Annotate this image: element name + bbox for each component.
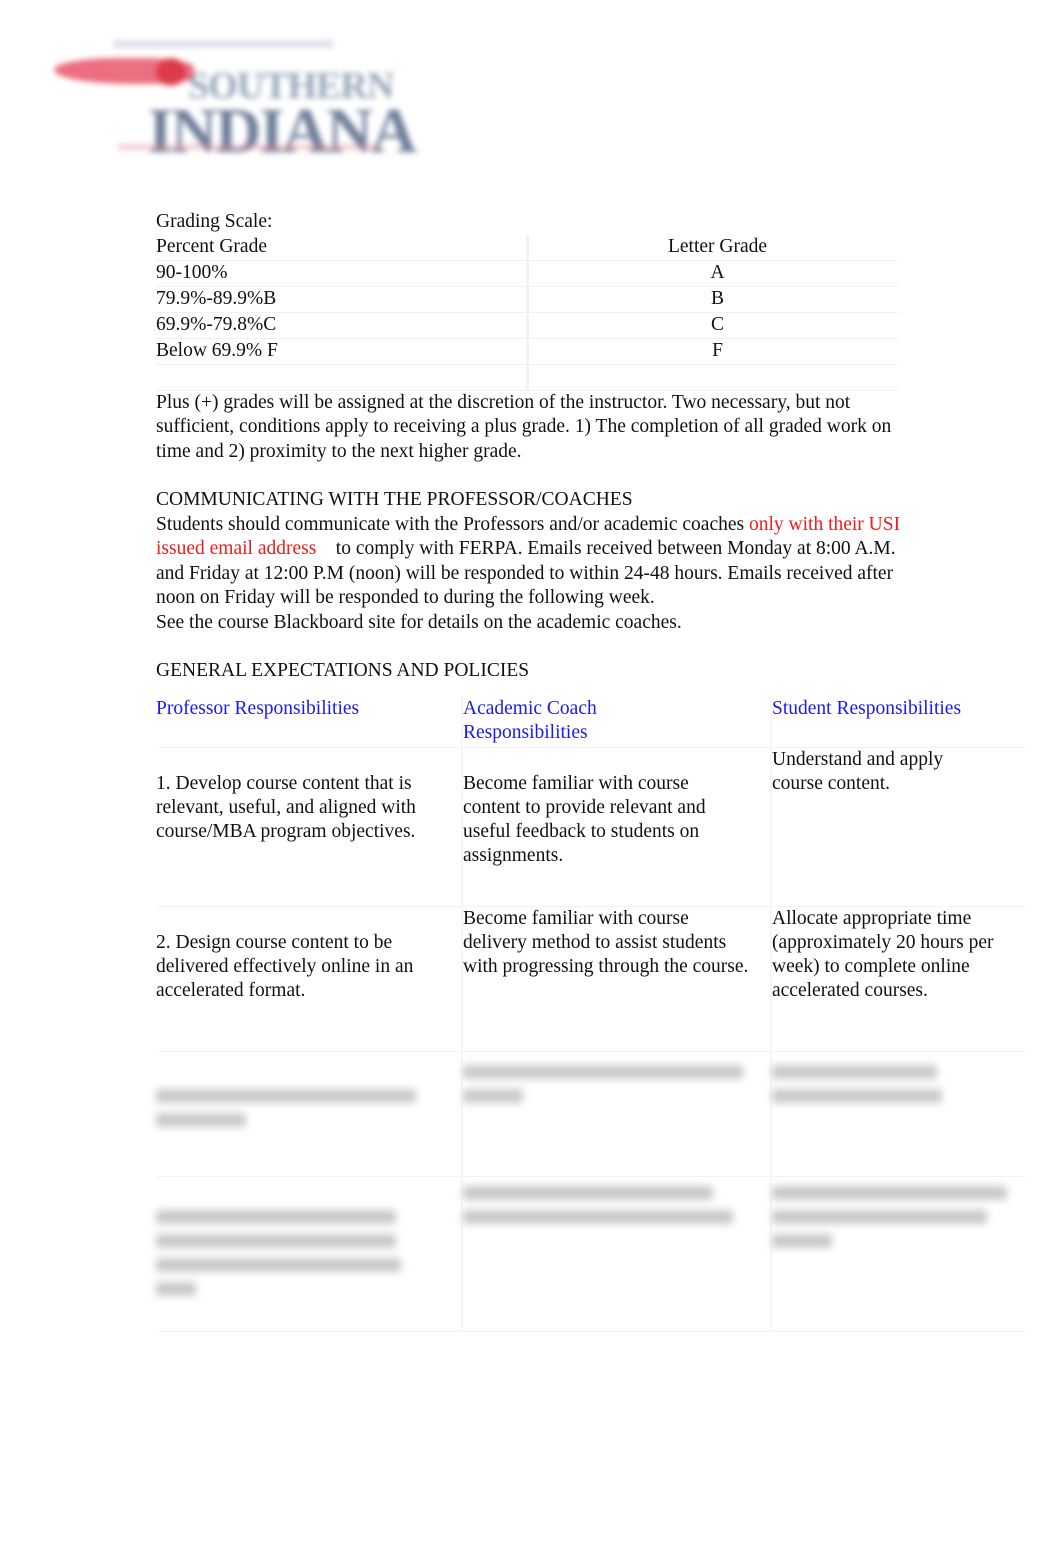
coach-text: Become familiar with course content to p… bbox=[463, 773, 706, 866]
logo-word-indiana: INDIANA bbox=[148, 95, 417, 166]
letter-cell: A bbox=[527, 260, 898, 287]
empty-cell bbox=[156, 364, 529, 391]
grading-header-row: Percent Grade Letter Grade bbox=[156, 234, 898, 261]
coach-cell: Become familiar with course content to p… bbox=[462, 747, 772, 907]
logo-torch-dot bbox=[156, 58, 186, 86]
university-logo: SOUTHERN INDIANA bbox=[48, 36, 428, 166]
grading-scale-title: Grading Scale: bbox=[156, 211, 273, 232]
percent-cell: Below 69.9% F bbox=[156, 338, 529, 365]
letter-cell: F bbox=[527, 338, 898, 365]
blurred-text-line bbox=[463, 1065, 743, 1079]
percent-grade-header: Percent Grade bbox=[156, 234, 529, 261]
logo-top-line bbox=[113, 40, 333, 48]
letter-cell: B bbox=[527, 286, 898, 313]
grading-row: Below 69.9% F F bbox=[156, 338, 898, 365]
responsibilities-row-blurred bbox=[156, 1176, 1026, 1332]
responsibilities-row-blurred bbox=[156, 1051, 1026, 1177]
responsibilities-row: 1. Develop course content that is releva… bbox=[156, 747, 1026, 907]
blurred-text-line bbox=[772, 1234, 832, 1248]
blurred-text-line bbox=[772, 1210, 987, 1224]
logo-bottom-line bbox=[118, 144, 378, 150]
blurred-cell bbox=[462, 1176, 772, 1332]
blurred-cell bbox=[156, 1176, 463, 1332]
grading-scale-table: Percent Grade Letter Grade 90-100% A 79.… bbox=[156, 234, 898, 391]
professor-cell: 2. Design course content to be delivered… bbox=[156, 906, 463, 1052]
professor-text: 1. Develop course content that is releva… bbox=[156, 773, 416, 842]
document-body: Grading Scale: Percent Grade Letter Grad… bbox=[156, 210, 906, 684]
percent-cell: 69.9%-79.8%C bbox=[156, 312, 529, 339]
professor-responsibilities-header: Professor Responsibilities bbox=[156, 697, 463, 748]
blurred-text-line bbox=[463, 1089, 523, 1103]
coach-cell: Become familiar with course delivery met… bbox=[462, 906, 772, 1052]
student-cell: Understand and apply course content. bbox=[771, 747, 1026, 907]
professor-cell: 1. Develop course content that is releva… bbox=[156, 747, 463, 907]
letter-cell: C bbox=[527, 312, 898, 339]
letter-grade-header: Letter Grade bbox=[527, 234, 898, 261]
professor-text: 2. Design course content to be delivered… bbox=[156, 932, 414, 1001]
blurred-cell bbox=[771, 1176, 1026, 1332]
empty-cell bbox=[527, 364, 898, 391]
blackboard-note: See the course Blackboard site for detai… bbox=[156, 611, 682, 633]
blurred-cell bbox=[462, 1051, 772, 1177]
blurred-text-line bbox=[156, 1258, 401, 1272]
blurred-text-line bbox=[772, 1186, 1007, 1200]
responsibilities-header-row: Professor Responsibilities Academic Coac… bbox=[156, 697, 1026, 748]
grading-row: 69.9%-79.8%C C bbox=[156, 312, 898, 339]
blurred-text-line bbox=[156, 1089, 416, 1103]
communicating-heading: COMMUNICATING WITH THE PROFESSOR/COACHES bbox=[156, 489, 633, 510]
blurred-text-line bbox=[463, 1186, 713, 1200]
student-cell: Allocate appropriate time (approximately… bbox=[771, 906, 1026, 1052]
blurred-text-line bbox=[156, 1234, 396, 1248]
coach-header-text: Academic Coach Responsibilities bbox=[463, 698, 597, 743]
grading-row: 90-100% A bbox=[156, 260, 898, 287]
responsibilities-row: 2. Design course content to be delivered… bbox=[156, 906, 1026, 1052]
communicating-paragraph: Students should communicate with the Pro… bbox=[156, 513, 906, 611]
blurred-text-line bbox=[772, 1065, 937, 1079]
communicating-text-before: Students should communicate with the Pro… bbox=[156, 513, 749, 535]
blurred-cell bbox=[156, 1051, 463, 1177]
coach-text: Become familiar with course delivery met… bbox=[463, 908, 749, 977]
responsibilities-table: Professor Responsibilities Academic Coac… bbox=[156, 697, 1026, 1332]
grading-empty-row bbox=[156, 364, 898, 391]
student-responsibilities-header: Student Responsibilities bbox=[771, 697, 1026, 748]
student-text: Understand and apply course content. bbox=[772, 749, 944, 794]
expectations-heading: GENERAL EXPECTATIONS AND POLICIES bbox=[156, 660, 530, 681]
blurred-text-line bbox=[156, 1113, 246, 1127]
blurred-text-line bbox=[772, 1089, 942, 1103]
blurred-cell bbox=[771, 1051, 1026, 1177]
blurred-text-line bbox=[463, 1210, 733, 1224]
percent-cell: 90-100% bbox=[156, 260, 529, 287]
student-text: Allocate appropriate time (approximately… bbox=[772, 908, 994, 1001]
grading-row: 79.9%-89.9%B B bbox=[156, 286, 898, 313]
blurred-text-line bbox=[156, 1210, 396, 1224]
plus-grade-note: Plus (+) grades will be assigned at the … bbox=[156, 391, 892, 462]
blurred-text-line bbox=[156, 1282, 196, 1296]
percent-cell: 79.9%-89.9%B bbox=[156, 286, 529, 313]
coach-responsibilities-header: Academic Coach Responsibilities bbox=[462, 697, 772, 748]
